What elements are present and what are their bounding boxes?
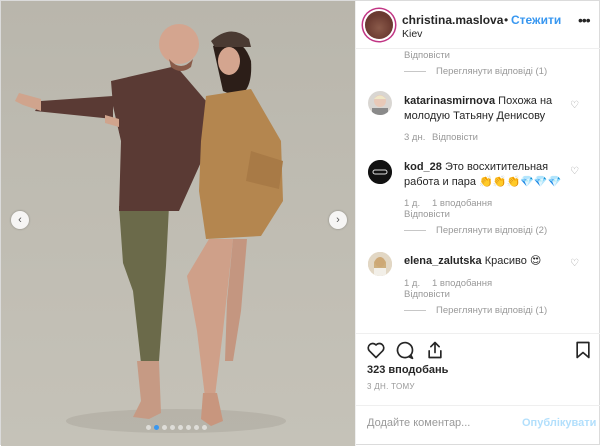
bookmark-icon[interactable] [573,340,593,360]
comment-likes[interactable]: 1 вподобання [432,198,492,209]
author-username[interactable]: christina.maslova [402,13,503,27]
more-horizontal-icon[interactable]: ••• [578,12,591,28]
commenter-avatar[interactable] [368,160,392,184]
previous-slide-button[interactable]: ‹ [11,211,29,229]
view-replies-label: Переглянути відповіді (1) [436,305,548,316]
view-replies-label: Переглянути відповіді (2) [436,225,548,236]
comment-time: 1 д. [404,198,421,209]
carousel-dot [154,425,159,430]
comment-username[interactable]: kod_28 [404,161,442,173]
photo-illustration [15,24,286,433]
comment-like-icon[interactable]: ♡ [570,100,579,111]
add-comment-bar: Додайте коментар... Опублікувати [356,405,600,446]
carousel-dot [186,425,191,430]
reply-dash [404,71,426,72]
heart-icon[interactable] [366,340,386,360]
post-header: christina.maslova • Стежити Kiev ••• [356,1,600,49]
view-replies-label: Переглянути відповіді (1) [436,66,548,77]
comment-reply-button[interactable]: Відповісти [404,209,450,220]
carousel-indicator [146,425,207,430]
carousel-dot [178,425,183,430]
view-replies-button[interactable]: Переглянути відповіді (2) [404,225,547,236]
comment-time: 1 д. [404,278,421,289]
comment-icon[interactable] [395,340,415,360]
header-separator: • [504,13,509,27]
comment-body: katarinasmirnova Похожа на молодую Татья… [404,94,584,124]
carousel-dot [162,425,167,430]
comment-input[interactable]: Додайте коментар... [367,417,470,429]
chevron-left-icon: ‹ [18,213,22,226]
commenter-photo [372,95,388,115]
publish-button[interactable]: Опублікувати [522,417,596,429]
commenter-photo [368,252,392,276]
commenter-avatar[interactable] [368,91,392,115]
carousel-dot [146,425,151,430]
next-slide-button[interactable]: › [329,211,347,229]
carousel-dot [194,425,199,430]
comments-list: Відповісти Переглянути відповіді (1) kat… [356,50,600,333]
share-icon[interactable] [425,340,445,360]
carousel-dot [202,425,207,430]
follow-button[interactable]: Стежити [511,13,561,27]
comment-reply-button[interactable]: Відповісти [432,132,478,143]
post-location[interactable]: Kiev [402,28,422,40]
comment-body: kod_28 Это восхитительная работа и пара … [404,160,580,190]
post-actions: 323 вподобань 3 ДН. ТОМУ [356,333,600,405]
post-sidebar: christina.maslova • Стежити Kiev ••• Від… [355,1,600,446]
commenter-logo [368,160,392,184]
view-replies-button[interactable]: Переглянути відповіді (1) [404,66,547,77]
view-replies-button[interactable]: Переглянути відповіді (1) [404,305,547,316]
author-avatar[interactable] [365,11,393,39]
post-time: 3 ДН. ТОМУ [367,382,415,391]
comment-reply-button[interactable]: Відповісти [404,289,450,300]
carousel-dot [170,425,175,430]
comment-like-icon[interactable]: ♡ [570,258,579,269]
comment-username[interactable]: katarinasmirnova [404,95,495,107]
commenter-avatar[interactable] [368,252,392,276]
post-photo[interactable]: ‹ › [1,1,355,446]
likes-count[interactable]: 323 вподобань [367,364,448,376]
reply-dash [404,230,426,231]
reply-dash [404,310,426,311]
instagram-post: ‹ › christina.maslova • Стежити Kiev •••… [0,0,600,446]
comment-time: 3 дн. [404,132,426,143]
comment-like-icon[interactable]: ♡ [570,166,579,177]
comment-likes[interactable]: 1 вподобання [432,278,492,289]
comment-reply-button[interactable]: Відповісти [404,50,450,61]
chevron-right-icon: › [336,213,340,226]
comment-body: elena_zalutska Красиво 😍 [404,254,580,269]
comment-text: Красиво 😍 [484,255,542,267]
comment-username[interactable]: elena_zalutska [404,255,482,267]
